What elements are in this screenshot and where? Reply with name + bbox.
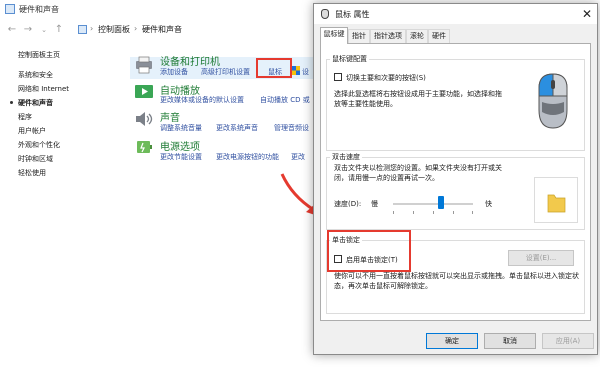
tab-pointers[interactable]: 指针 bbox=[348, 29, 370, 43]
double-click-description: 双击文件夹以检测您的设置。如果文件夹没有打开或关闭，请用慢一点的设置再试一次。 bbox=[334, 164, 502, 182]
sidebar-item-clock-region[interactable]: 时钟和区域 bbox=[18, 154, 53, 164]
breadcrumb-separator-icon: › bbox=[134, 24, 138, 33]
slider-tick bbox=[393, 211, 394, 214]
slider-thumb[interactable] bbox=[438, 196, 444, 209]
link-manage-audio-devices[interactable]: 管理音频设 bbox=[274, 123, 309, 133]
annotation-box-click-lock bbox=[327, 230, 411, 272]
forward-arrow-icon[interactable]: → bbox=[22, 23, 34, 37]
link-change-system-sounds[interactable]: 更改系统声音 bbox=[216, 123, 258, 133]
ok-button[interactable]: 确定 bbox=[426, 333, 478, 349]
annotation-box-mouse-link bbox=[256, 58, 292, 78]
cp-window-title: 硬件和声音 bbox=[19, 5, 59, 14]
slow-label: 慢 bbox=[371, 200, 378, 208]
tab-hardware[interactable]: 硬件 bbox=[428, 29, 450, 43]
link-change-power-saving[interactable]: 更改节能设置 bbox=[160, 152, 202, 162]
mouse-icon bbox=[321, 9, 329, 19]
sidebar-item-ease-of-access[interactable]: 轻松使用 bbox=[18, 168, 46, 178]
category-power-title[interactable]: 电源选项 bbox=[160, 138, 200, 153]
slider-tick bbox=[453, 211, 454, 214]
link-power-button-function[interactable]: 更改电源按钮的功能 bbox=[216, 152, 279, 162]
sidebar-item-hardware-sound[interactable]: 硬件和声音 bbox=[18, 98, 53, 108]
button-config-description: 选择此复选框将右按钮设成用于主要功能，如选择和拖放等主要性能使用。 bbox=[334, 90, 502, 108]
cancel-button[interactable]: 取消 bbox=[484, 333, 536, 349]
group-label-double-click-speed: 双击速度 bbox=[330, 152, 362, 162]
mouse-properties-dialog: 鼠标 属性 ✕ 鼠标键 指针 指针选项 滚轮 硬件 鼠标键配置 切换主要和次要的… bbox=[313, 3, 598, 355]
link-device-manager-truncated[interactable]: 设 bbox=[302, 67, 309, 77]
sidebar-item-network[interactable]: 网络和 Internet bbox=[18, 84, 69, 94]
tab-pointer-options[interactable]: 指针选项 bbox=[370, 29, 406, 43]
mouse-illustration-icon bbox=[533, 72, 573, 130]
close-icon[interactable]: ✕ bbox=[580, 7, 594, 21]
fast-label: 快 bbox=[485, 200, 492, 208]
power-icon bbox=[134, 138, 154, 156]
back-arrow-icon[interactable]: ← bbox=[6, 23, 18, 37]
tab-panel-buttons: 鼠标键配置 切换主要和次要的按钮(S) 选择此复选框将右按钮设成用于主要功能，如… bbox=[320, 43, 591, 321]
printer-icon bbox=[134, 56, 154, 74]
sidebar-item-user-accounts[interactable]: 用户帐户 bbox=[18, 126, 46, 136]
dialog-titlebar: 鼠标 属性 ✕ bbox=[314, 4, 597, 24]
click-lock-description: 使你可以不用一直按着鼠标按钮就可以突出显示或拖拽。单击鼠标以进入锁定状态，再次单… bbox=[334, 272, 579, 290]
speaker-icon bbox=[134, 110, 154, 128]
group-label-button-configuration: 鼠标键配置 bbox=[330, 54, 369, 64]
link-adjust-volume[interactable]: 调整系统音量 bbox=[160, 123, 202, 133]
breadcrumb-control-panel[interactable]: 控制面板 bbox=[98, 24, 130, 35]
click-lock-settings-button[interactable]: 设置(E)... bbox=[508, 250, 574, 266]
sidebar-item-appearance[interactable]: 外观和个性化 bbox=[18, 140, 60, 150]
breadcrumb-folder-icon bbox=[78, 25, 87, 34]
autoplay-icon bbox=[134, 83, 154, 101]
category-devices-printers-title[interactable]: 设备和打印机 bbox=[160, 53, 220, 68]
link-autoplay-cd[interactable]: 自动播放 CD 或 bbox=[260, 95, 310, 105]
control-panel-icon bbox=[5, 4, 15, 14]
tab-wheel[interactable]: 滚轮 bbox=[406, 29, 428, 43]
link-change-media-defaults[interactable]: 更改媒体或设备的默认设置 bbox=[160, 95, 244, 105]
recent-dropdown-icon[interactable]: ⌄ bbox=[38, 23, 50, 37]
uac-shield-icon bbox=[292, 66, 300, 75]
breadcrumb-separator-icon: › bbox=[90, 24, 94, 33]
test-folder-icon[interactable] bbox=[534, 177, 578, 223]
slider-tick bbox=[433, 211, 434, 214]
switch-buttons-checkbox[interactable] bbox=[334, 73, 342, 81]
link-advanced-printer-settings[interactable]: 高级打印机设置 bbox=[201, 67, 250, 77]
slider-track[interactable] bbox=[393, 203, 473, 205]
apply-button[interactable]: 应用(A) bbox=[542, 333, 594, 349]
link-add-device[interactable]: 添加设备 bbox=[160, 67, 188, 77]
sidebar-item-programs[interactable]: 程序 bbox=[18, 112, 32, 122]
up-arrow-icon[interactable]: ↑ bbox=[53, 23, 65, 37]
speed-label: 速度(D): bbox=[334, 200, 362, 208]
sidebar-item-home[interactable]: 控制面板主页 bbox=[18, 50, 60, 60]
breadcrumb-hardware-sound[interactable]: 硬件和声音 bbox=[142, 24, 182, 35]
dialog-title: 鼠标 属性 bbox=[335, 10, 370, 19]
sidebar-item-system-security[interactable]: 系统和安全 bbox=[18, 70, 53, 80]
active-bullet-icon bbox=[10, 101, 13, 104]
slider-tick bbox=[413, 211, 414, 214]
link-change-truncated[interactable]: 更改 bbox=[291, 152, 305, 162]
tab-buttons[interactable]: 鼠标键 bbox=[320, 27, 348, 44]
category-sound-title[interactable]: 声音 bbox=[160, 109, 180, 124]
switch-buttons-label[interactable]: 切换主要和次要的按钮(S) bbox=[346, 73, 426, 83]
slider-tick bbox=[472, 211, 473, 214]
